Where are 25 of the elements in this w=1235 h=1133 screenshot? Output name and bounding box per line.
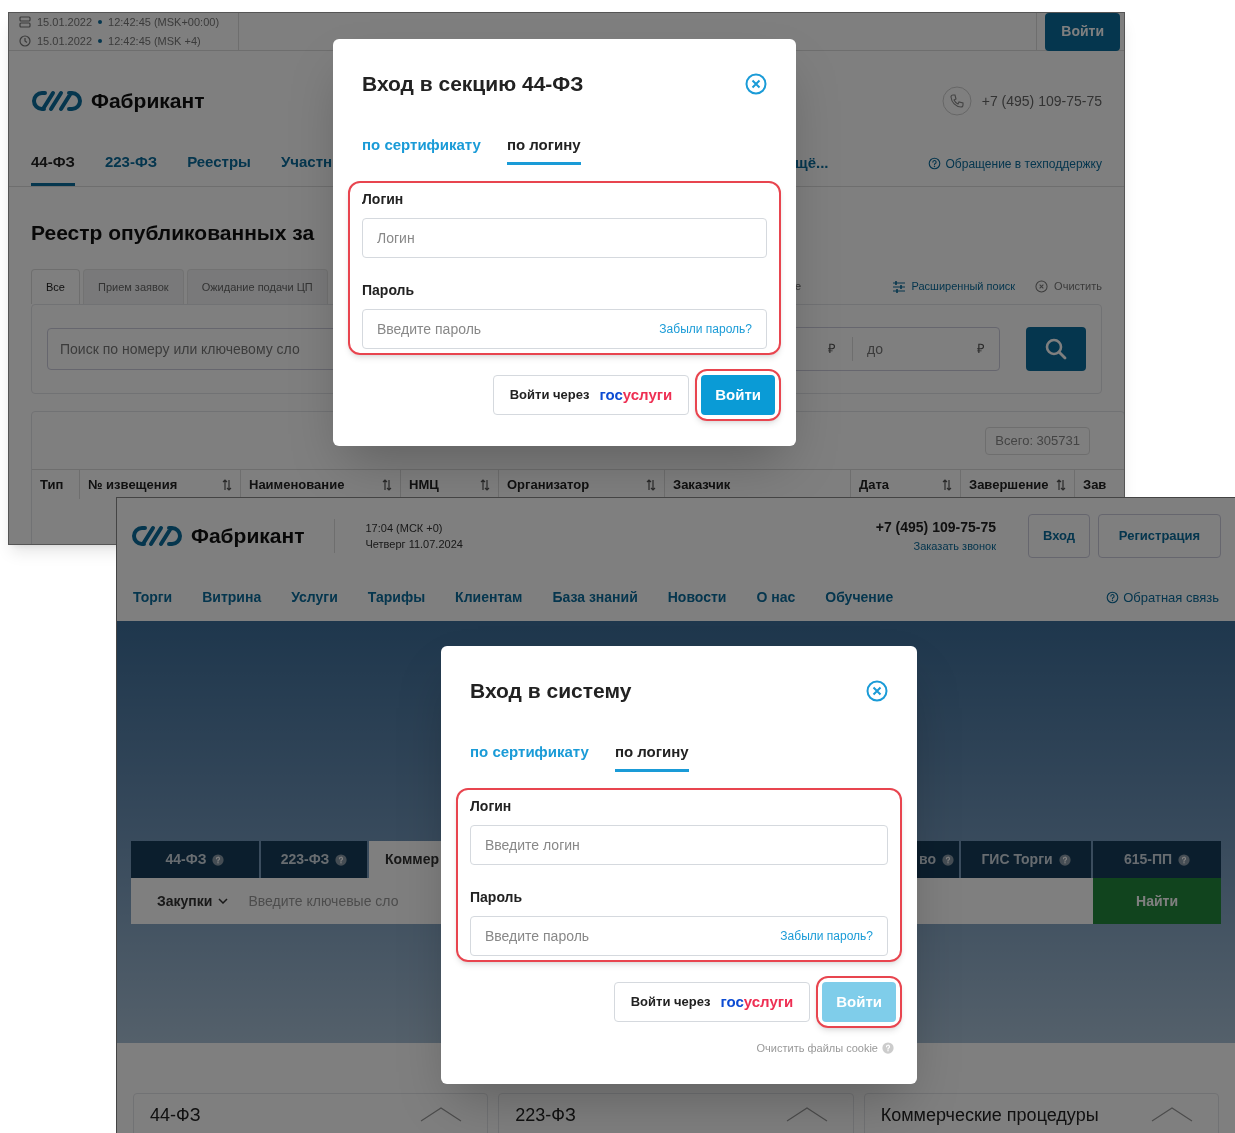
total-count: Всего: 305731 <box>985 427 1090 455</box>
dialog-title: Вход в систему <box>470 678 632 705</box>
field-label: Логин <box>362 190 405 209</box>
time-text: 17:04 (МСК +0) <box>365 520 444 536</box>
card-title: 223-ФЗ <box>515 1106 576 1124</box>
filter-tab-fragment: е <box>795 279 802 295</box>
phone-number: +7 (495) 109-75-75 <box>875 518 996 538</box>
dialog-title: Вход в секцию 44-ФЗ <box>362 71 584 98</box>
field-label: Пароль <box>470 888 524 907</box>
currency-sign: ₽ <box>828 340 836 359</box>
phone-number: +7 (495) 109-75-75 <box>981 91 1102 111</box>
date-text: 15.01.2022 <box>37 15 93 30</box>
price-to-placeholder: до <box>867 339 883 359</box>
date-text: 15.01.2022 <box>37 33 93 49</box>
date-text: Четверг 11.07.2024 <box>365 537 463 552</box>
page-heading: Реестр опубликованных за <box>31 220 315 246</box>
field-label: Пароль <box>362 281 416 300</box>
time-text: 12:42:45 (MSK+00:00) <box>108 15 220 30</box>
time-text: 12:42:45 (MSK +4) <box>108 33 201 49</box>
logo-text: Фабрикант <box>91 88 205 115</box>
currency-sign: ₽ <box>977 340 985 359</box>
card-title: Коммерческие процедуры <box>880 1106 1099 1124</box>
field-label: Логин <box>470 797 513 816</box>
logo-text: Фабрикант <box>191 523 305 550</box>
card-title: 44-ФЗ <box>150 1106 201 1124</box>
